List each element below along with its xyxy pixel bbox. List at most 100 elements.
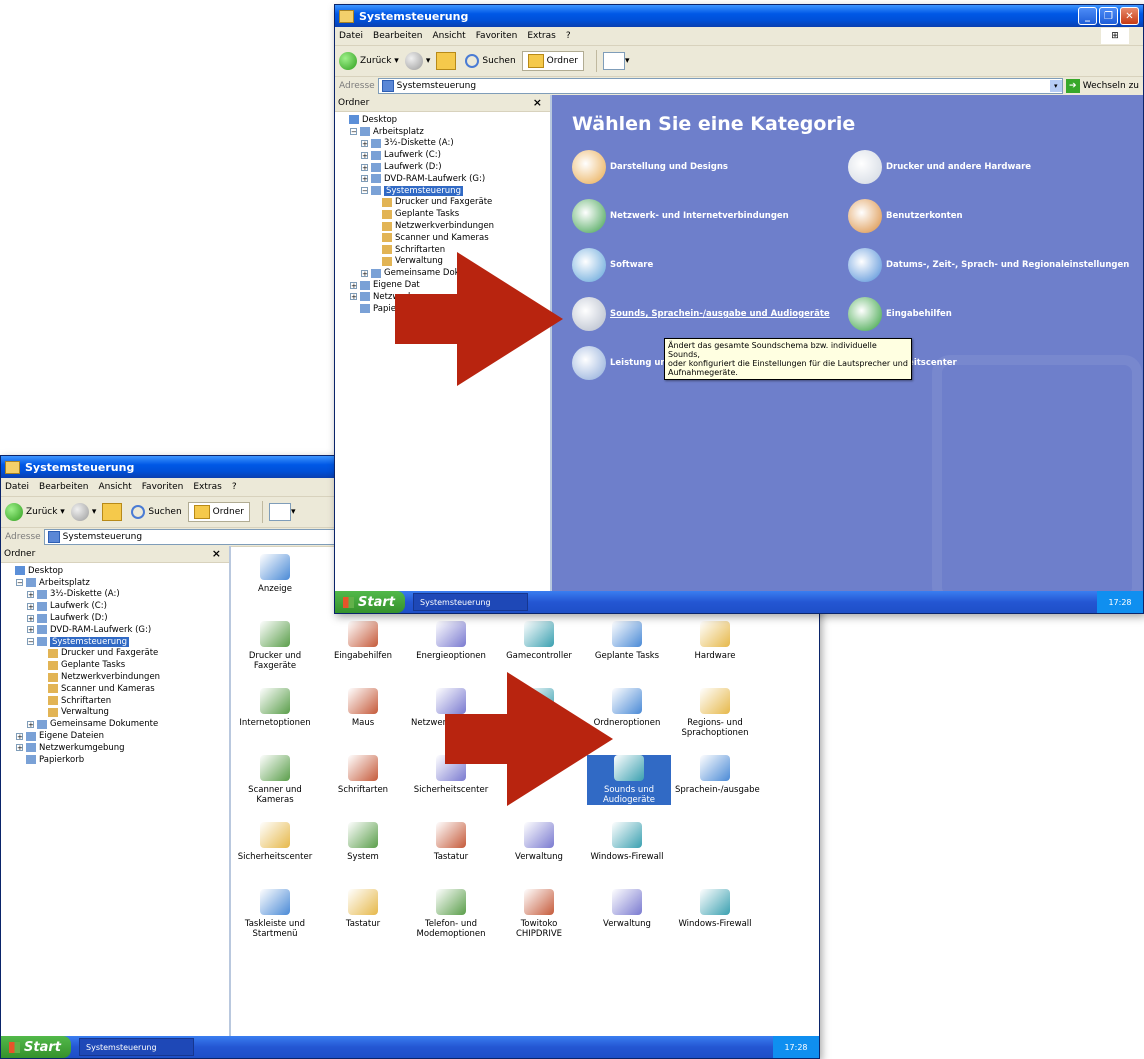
- expand-icon[interactable]: +: [27, 720, 34, 728]
- collapse-icon[interactable]: −: [361, 187, 368, 195]
- tree-node[interactable]: Drucker und Faxgeräte: [1, 648, 229, 660]
- start-button[interactable]: Start: [335, 591, 405, 613]
- control-panel-item[interactable]: Windows-Firewall: [675, 889, 755, 929]
- go-button[interactable]: Wechseln zu: [1083, 81, 1139, 91]
- forward-button[interactable]: ▾: [404, 52, 430, 70]
- expand-icon[interactable]: +: [361, 269, 368, 277]
- views-button[interactable]: ▾: [268, 503, 295, 521]
- collapse-icon[interactable]: −: [27, 638, 34, 646]
- menu-bearbeiten[interactable]: Bearbeiten: [39, 482, 88, 492]
- expand-icon[interactable]: +: [27, 626, 34, 634]
- views-button[interactable]: ▾: [602, 52, 629, 70]
- control-panel-item[interactable]: Regions- und Sprachoptionen: [675, 688, 755, 738]
- control-panel-item[interactable]: Windows-Firewall: [587, 822, 667, 862]
- menu-favoriten[interactable]: Favoriten: [476, 31, 518, 41]
- tree-node[interactable]: Geplante Tasks: [1, 659, 229, 671]
- maximize-button[interactable]: ❐: [1099, 7, 1118, 25]
- control-panel-item[interactable]: System: [323, 822, 403, 862]
- category-link[interactable]: Netzwerk- und Internetverbindungen: [572, 199, 789, 233]
- menu-extras[interactable]: Extras: [193, 482, 221, 492]
- expand-icon[interactable]: +: [350, 281, 357, 289]
- tree-node[interactable]: − Arbeitsplatz: [1, 577, 229, 589]
- control-panel-item[interactable]: Sicherheitscenter: [235, 822, 315, 862]
- menu-extras[interactable]: Extras: [527, 31, 555, 41]
- category-link[interactable]: Software: [572, 248, 653, 282]
- tree-node[interactable]: + Eigene Dateien: [1, 730, 229, 742]
- collapse-icon[interactable]: −: [350, 128, 357, 136]
- start-button[interactable]: Start: [1, 1036, 71, 1058]
- tree-node[interactable]: Desktop: [1, 565, 229, 577]
- menu-help[interactable]: ?: [232, 482, 237, 492]
- tree-node[interactable]: + Laufwerk (C:): [335, 149, 550, 161]
- tree-node[interactable]: Geplante Tasks: [335, 208, 550, 220]
- control-panel-item[interactable]: Schriftarten: [323, 755, 403, 795]
- folders-button[interactable]: Ordner: [521, 51, 584, 71]
- forward-button[interactable]: ▾: [70, 503, 96, 521]
- control-panel-item[interactable]: Telefon- und Modemoptionen: [411, 889, 491, 939]
- taskbar-item-systemsteuerung[interactable]: Systemsteuerung: [79, 1038, 194, 1056]
- search-button[interactable]: Suchen: [131, 505, 182, 519]
- control-panel-item[interactable]: Hardware: [675, 621, 755, 661]
- tree-node[interactable]: − Arbeitsplatz: [335, 126, 550, 138]
- tree-node[interactable]: − Systemsteuerung: [1, 636, 229, 648]
- front-title-bar[interactable]: Systemsteuerung _ ❐ ✕: [335, 5, 1143, 27]
- control-panel-item[interactable]: Eingabehilfen: [323, 621, 403, 661]
- taskbar-item-systemsteuerung[interactable]: Systemsteuerung: [413, 593, 528, 611]
- menu-ansicht[interactable]: Ansicht: [98, 482, 131, 492]
- close-icon[interactable]: ×: [212, 547, 221, 560]
- search-button[interactable]: Suchen: [465, 54, 516, 68]
- control-panel-item[interactable]: Verwaltung: [499, 822, 579, 862]
- menu-ansicht[interactable]: Ansicht: [432, 31, 465, 41]
- control-panel-item[interactable]: Tastatur: [323, 889, 403, 929]
- close-icon[interactable]: ×: [533, 96, 542, 109]
- tree-node[interactable]: + Laufwerk (D:): [1, 612, 229, 624]
- tree-node[interactable]: Drucker und Faxgeräte: [335, 197, 550, 209]
- tree-node[interactable]: Netzwerkverbindungen: [335, 220, 550, 232]
- menu-bearbeiten[interactable]: Bearbeiten: [373, 31, 422, 41]
- chevron-down-icon[interactable]: ▾: [1049, 80, 1062, 92]
- control-panel-item[interactable]: Drucker und Faxgeräte: [235, 621, 315, 671]
- tree-node[interactable]: + DVD-RAM-Laufwerk (G:): [1, 624, 229, 636]
- menu-datei[interactable]: Datei: [5, 482, 29, 492]
- expand-icon[interactable]: +: [16, 732, 23, 740]
- go-arrow-icon[interactable]: ➔: [1065, 79, 1080, 93]
- up-button[interactable]: [102, 503, 125, 521]
- tree-node[interactable]: Papierkorb: [1, 754, 229, 766]
- expand-icon[interactable]: +: [361, 139, 368, 147]
- up-button[interactable]: [436, 52, 459, 70]
- tree-node[interactable]: Desktop: [335, 114, 550, 126]
- menu-help[interactable]: ?: [566, 31, 571, 41]
- control-panel-item[interactable]: Anzeige: [235, 554, 315, 594]
- tree-node[interactable]: + Laufwerk (C:): [1, 600, 229, 612]
- tree-node[interactable]: Verwaltung: [1, 707, 229, 719]
- category-link[interactable]: Datums-, Zeit-, Sprach- und Regionaleins…: [848, 248, 1129, 282]
- control-panel-item[interactable]: Gamecontroller: [499, 621, 579, 661]
- expand-icon[interactable]: +: [27, 602, 34, 610]
- tree-node[interactable]: + Gemeinsame Dokumente: [1, 718, 229, 730]
- tree-node[interactable]: Schriftarten: [1, 695, 229, 707]
- category-link[interactable]: Benutzerkonten: [848, 199, 963, 233]
- expand-icon[interactable]: +: [350, 293, 357, 301]
- expand-icon[interactable]: +: [27, 590, 34, 598]
- control-panel-item[interactable]: Tastatur: [411, 822, 491, 862]
- tree-node[interactable]: Netzwerkverbindungen: [1, 671, 229, 683]
- control-panel-item[interactable]: Geplante Tasks: [587, 621, 667, 661]
- back-button[interactable]: Zurück ▾: [5, 503, 65, 521]
- back-button[interactable]: Zurück ▾: [339, 52, 399, 70]
- expand-icon[interactable]: +: [16, 744, 23, 752]
- expand-icon[interactable]: +: [361, 175, 368, 183]
- minimize-button[interactable]: _: [1078, 7, 1097, 25]
- close-button[interactable]: ✕: [1120, 7, 1139, 25]
- category-link[interactable]: Darstellung und Designs: [572, 150, 728, 184]
- address-field[interactable]: Systemsteuerung ▾: [377, 78, 1063, 94]
- category-link[interactable]: Drucker und andere Hardware: [848, 150, 1031, 184]
- tree-node[interactable]: − Systemsteuerung: [335, 185, 550, 197]
- control-panel-item[interactable]: Internetoptionen: [235, 688, 315, 728]
- tree-node[interactable]: Scanner und Kameras: [1, 683, 229, 695]
- expand-icon[interactable]: +: [27, 614, 34, 622]
- control-panel-item[interactable]: Verwaltung: [587, 889, 667, 929]
- tree-node[interactable]: +3½-Diskette (A:): [335, 138, 550, 150]
- control-panel-item[interactable]: Energieoptionen: [411, 621, 491, 661]
- folders-button[interactable]: Ordner: [187, 502, 250, 522]
- tree-node[interactable]: +3½-Diskette (A:): [1, 589, 229, 601]
